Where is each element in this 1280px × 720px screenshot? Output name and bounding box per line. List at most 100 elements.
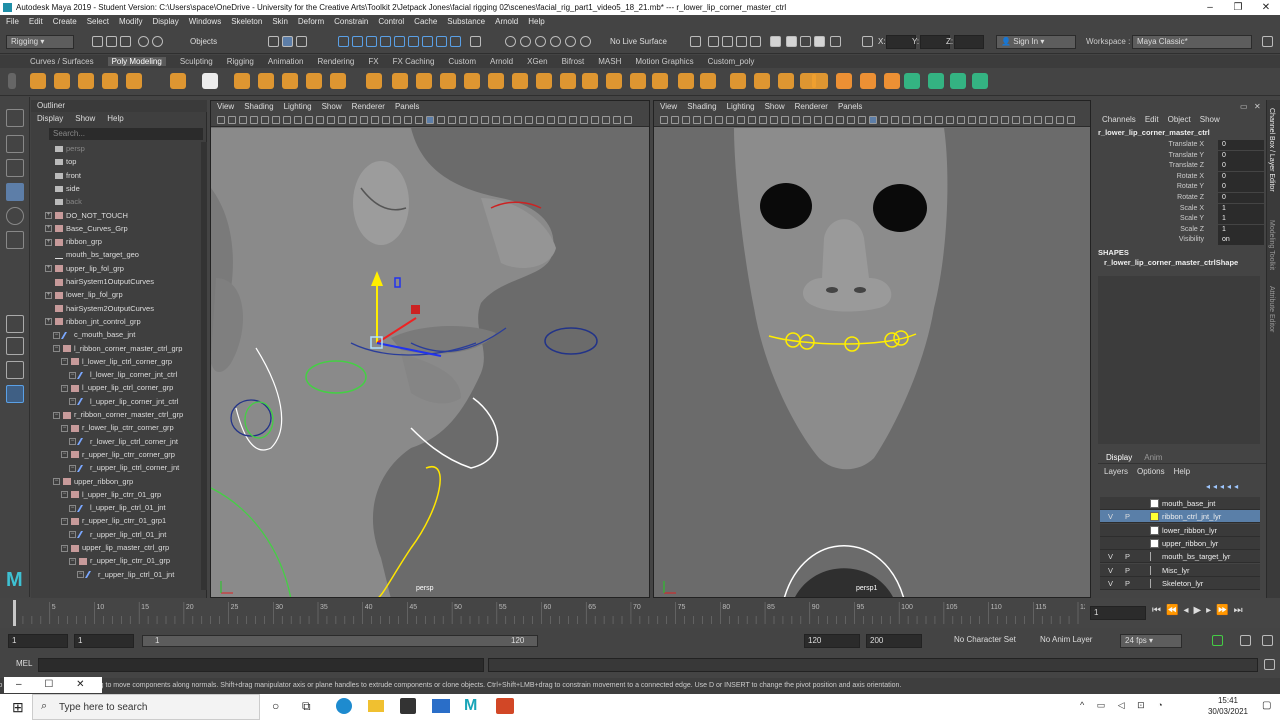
- expand-toggle-icon[interactable]: +: [45, 291, 52, 299]
- viewport-tool-38-icon[interactable]: [624, 116, 632, 124]
- viewport-tool-11-icon[interactable]: [770, 116, 778, 124]
- channel-attribute-value[interactable]: 0: [1218, 161, 1264, 172]
- viewport-menu-lighting[interactable]: Lighting: [727, 102, 755, 111]
- four-view-layout-icon[interactable]: [6, 337, 24, 355]
- shelf-tool-3-icon[interactable]: [78, 73, 94, 89]
- menuset-dropdown[interactable]: Rigging ▾: [6, 35, 74, 49]
- menu-cache[interactable]: Cache: [414, 17, 437, 26]
- viewport-tool-27-icon[interactable]: [946, 116, 954, 124]
- outliner-item[interactable]: hairSystem1OutputCurves: [45, 275, 154, 288]
- powerpoint-icon[interactable]: [496, 698, 514, 714]
- collapse-toggle-icon[interactable]: −: [69, 464, 76, 472]
- workspace-dropdown[interactable]: Maya Classic*: [1132, 35, 1252, 49]
- menu-control[interactable]: Control: [378, 17, 404, 26]
- outliner-item[interactable]: − r_upper_lip_ctrl_corner_jnt: [69, 461, 179, 474]
- viewport-tool-22-icon[interactable]: [891, 116, 899, 124]
- layer-menu-options[interactable]: Options: [1137, 467, 1165, 476]
- render-mask-icon[interactable]: [422, 36, 433, 47]
- menu-constrain[interactable]: Constrain: [334, 17, 368, 26]
- channel-attribute-value[interactable]: 0: [1218, 140, 1264, 150]
- viewport-tool-15-icon[interactable]: [371, 116, 379, 124]
- window-close-icon[interactable]: ✕: [76, 679, 84, 690]
- menu-arnold[interactable]: Arnold: [495, 17, 518, 26]
- dynamics-mask-icon[interactable]: [408, 36, 419, 47]
- viewport-tool-30-icon[interactable]: [536, 116, 544, 124]
- shelf-tool-14-icon[interactable]: [392, 73, 408, 89]
- edge-browser-icon[interactable]: [336, 698, 352, 714]
- shelf-tool-35-icon[interactable]: [884, 73, 900, 89]
- shelf-tool-28-icon[interactable]: [730, 73, 746, 89]
- layer-color-swatch[interactable]: [1150, 578, 1159, 588]
- layer-tab-anim[interactable]: Anim: [1144, 453, 1162, 462]
- character-set-dropdown[interactable]: No Character Set: [950, 634, 1030, 648]
- outliner-item[interactable]: − l_upper_lip_corner_jnt_ctrl: [69, 395, 178, 408]
- viewport-tool-33-icon[interactable]: [569, 116, 577, 124]
- shelf-tool-23-icon[interactable]: [606, 73, 622, 89]
- viewport-tool-10-icon[interactable]: [316, 116, 324, 124]
- collapse-toggle-icon[interactable]: −: [69, 398, 76, 406]
- viewport-tool-1-icon[interactable]: [217, 116, 225, 124]
- viewport-menu-renderer[interactable]: Renderer: [352, 102, 385, 111]
- viewport-tool-33-icon[interactable]: [1012, 116, 1020, 124]
- side-tab-3[interactable]: Attribute Editor: [1268, 286, 1275, 332]
- menu-display[interactable]: Display: [153, 17, 179, 26]
- shelf-tool-34-icon[interactable]: [860, 73, 876, 89]
- outliner-search-input[interactable]: Search...: [49, 128, 203, 140]
- channel-box-menu-edit[interactable]: Edit: [1145, 115, 1159, 124]
- shelf-tool-17-icon[interactable]: [464, 73, 480, 89]
- menu-skin[interactable]: Skin: [272, 17, 288, 26]
- viewport-tool-35-icon[interactable]: [1034, 116, 1042, 124]
- misc-mask-icon[interactable]: [436, 36, 447, 47]
- viewport-tool-20-icon[interactable]: [869, 116, 877, 124]
- shelf-tab-mash[interactable]: MASH: [598, 57, 621, 66]
- arnold-renderview-icon[interactable]: [814, 36, 825, 47]
- shelf-tool-36-icon[interactable]: [904, 73, 920, 89]
- outliner-item[interactable]: − l_lower_lip_corner_jnt_ctrl: [69, 368, 177, 381]
- timeline-playhead[interactable]: [13, 600, 16, 626]
- viewport-tool-32-icon[interactable]: [1001, 116, 1009, 124]
- animation-end-field[interactable]: 200: [866, 634, 922, 648]
- viewport-persp1[interactable]: View Shading Lighting Show Renderer Panels pe…: [653, 100, 1091, 598]
- outliner-item[interactable]: + DO_NOT_TOUCH: [45, 209, 128, 222]
- channel-attribute-value[interactable]: 0: [1218, 171, 1264, 182]
- expand-toggle-icon[interactable]: +: [45, 212, 52, 220]
- shelf-tab-fx-caching[interactable]: FX Caching: [393, 57, 435, 66]
- shape-node-name[interactable]: r_lower_lip_corner_master_ctrlShape: [1104, 258, 1238, 267]
- outliner-scrollbar[interactable]: [201, 142, 207, 590]
- render-settings-icon[interactable]: [750, 36, 761, 47]
- window-restore-icon[interactable]: ☐: [44, 679, 53, 690]
- layer-playback-toggle[interactable]: P: [1125, 577, 1130, 590]
- outliner-item[interactable]: + Base_Curves_Grp: [45, 222, 128, 235]
- menu-select[interactable]: Select: [87, 17, 109, 26]
- viewport-menu-panels[interactable]: Panels: [395, 102, 419, 111]
- pick-mask-icon[interactable]: [338, 36, 349, 47]
- save-scene-icon[interactable]: [120, 36, 131, 47]
- outliner-item[interactable]: hairSystem2OutputCurves: [45, 302, 154, 315]
- collapse-toggle-icon[interactable]: −: [61, 451, 68, 459]
- outliner-item[interactable]: + lower_lip_fol_grp: [45, 288, 123, 301]
- viewport-tool-15-icon[interactable]: [814, 116, 822, 124]
- viewport-tool-1-icon[interactable]: [660, 116, 668, 124]
- channel-attribute-row[interactable]: Translate Y 0: [1094, 150, 1264, 161]
- layer-visibility-toggle[interactable]: V: [1108, 577, 1113, 590]
- playback-start-field[interactable]: 1: [74, 634, 134, 648]
- outliner-item[interactable]: top: [45, 155, 76, 168]
- viewport-tool-27-icon[interactable]: [503, 116, 511, 124]
- shelf-tool-19-icon[interactable]: [512, 73, 528, 89]
- shelf-tool-21-icon[interactable]: [560, 73, 576, 89]
- viewport-tool-35-icon[interactable]: [591, 116, 599, 124]
- viewport-tool-8-icon[interactable]: [737, 116, 745, 124]
- move-tool-icon[interactable]: [6, 183, 24, 201]
- shelf-tool-16-icon[interactable]: [440, 73, 456, 89]
- sign-in-dropdown[interactable]: 👤 Sign In ▾: [996, 35, 1076, 49]
- shelf-tab-animation[interactable]: Animation: [268, 57, 304, 66]
- shelf-tool-15-icon[interactable]: [416, 73, 432, 89]
- shelf-tool-8-icon[interactable]: [234, 73, 250, 89]
- viewport-tool-34-icon[interactable]: [580, 116, 588, 124]
- snap-together-icon[interactable]: [580, 36, 591, 47]
- shelf-tool-9-icon[interactable]: [258, 73, 274, 89]
- shelf-tool-29-icon[interactable]: [754, 73, 770, 89]
- layer-row[interactable]: lower_ribbon_lyr: [1100, 523, 1260, 537]
- layer-color-swatch[interactable]: [1150, 538, 1159, 548]
- select-tool-icon[interactable]: [6, 109, 24, 127]
